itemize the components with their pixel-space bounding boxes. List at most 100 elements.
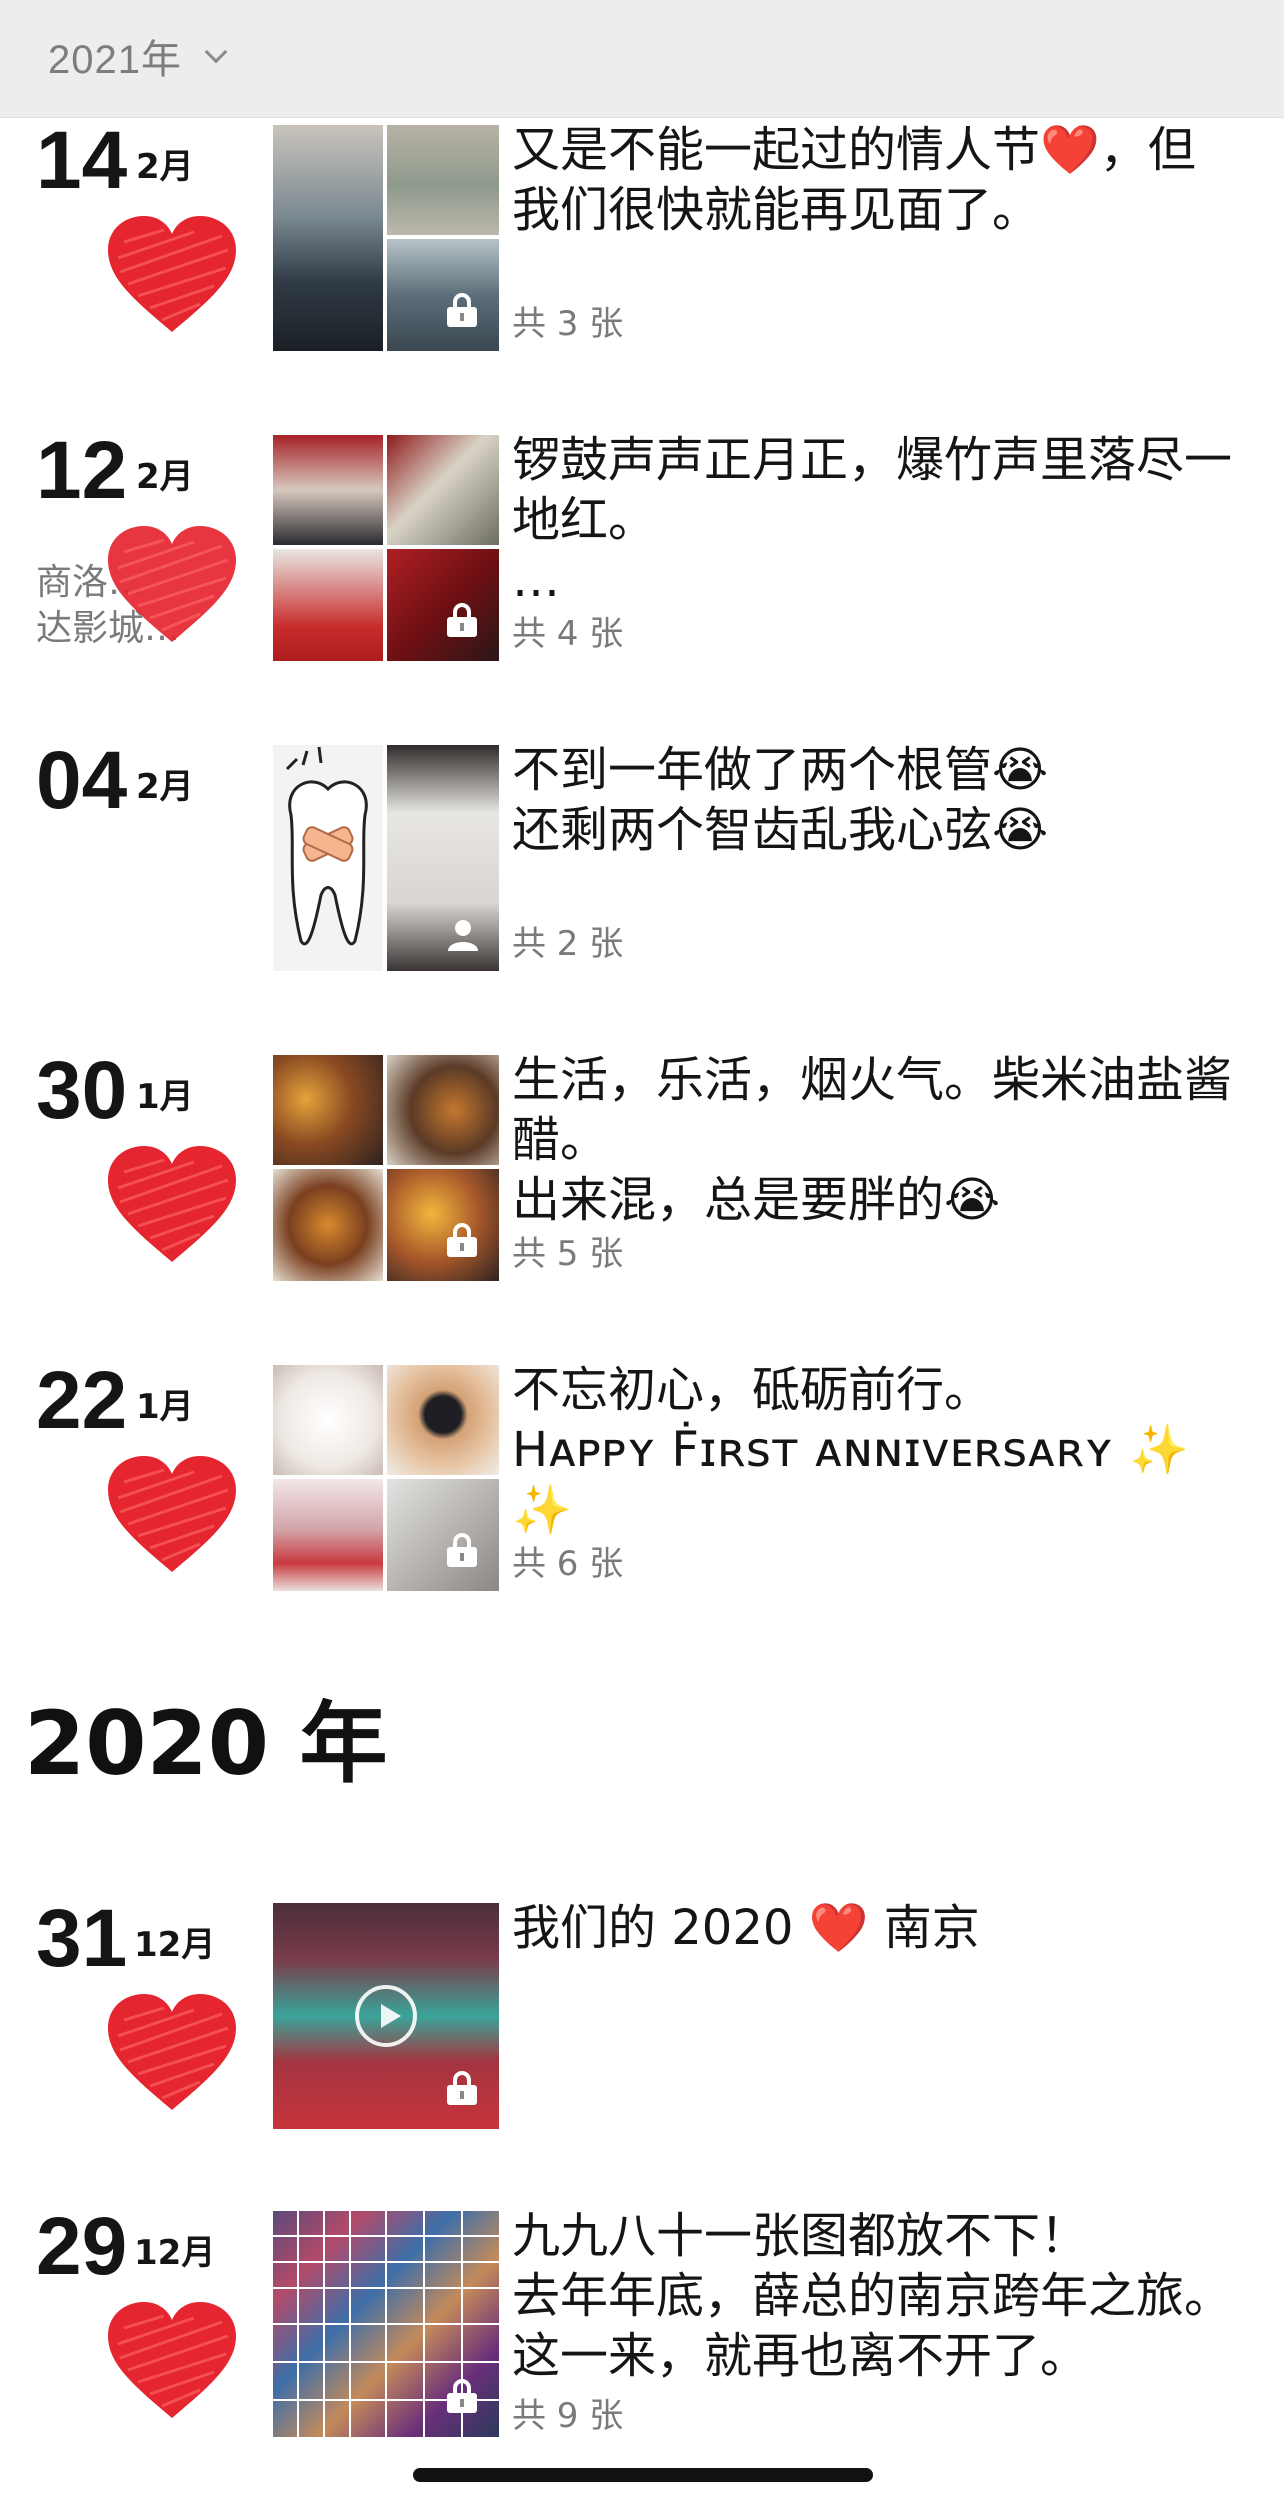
lock-icon (445, 293, 479, 327)
photo-grid[interactable] (273, 1055, 499, 1281)
entry-text-line: 醋。 (512, 1112, 609, 1168)
photo-count: 共 4 张 (512, 614, 624, 654)
entry-date: 14 2月 (36, 120, 266, 210)
entry-text: 九九八十一张图都放不下！ 去年年底，薛总的南京跨年之旅。 这一来，就再也离不开了… (512, 2206, 1262, 2386)
moment-entry[interactable]: 31 12月 我们的 2020 ❤️ 南京 (0, 1898, 1284, 2138)
photo-thumbnail[interactable] (273, 1365, 383, 1475)
photo-thumbnail[interactable] (387, 239, 499, 351)
photo-thumbnail[interactable] (273, 549, 383, 661)
photo-thumbnail[interactable] (387, 745, 499, 971)
moment-entry[interactable]: 30 1月 生活，乐活，烟火气。柴米油盐酱 醋。 出来混，总是要胖的😭 共 5 … (0, 1050, 1284, 1290)
moment-entry[interactable]: 14 2月 又是不能一起过的情人节❤️，但 我们很快就能再见面了。 共 3 张 (0, 120, 1284, 360)
entry-day: 29 (36, 2201, 128, 2292)
lock-icon (445, 1223, 479, 1257)
photo-thumbnail[interactable] (387, 435, 499, 545)
entry-month: 12月 (134, 2233, 216, 2273)
heart-icon (108, 1994, 236, 2110)
entry-month: 1月 (136, 1387, 194, 1427)
photo-count: 共 6 张 (512, 1544, 624, 1584)
photo-thumbnail[interactable] (273, 1055, 383, 1165)
lock-icon (445, 2071, 479, 2105)
photo-count: 共 3 张 (512, 304, 624, 344)
entry-text-line: … (512, 552, 560, 608)
photo-thumbnail[interactable] (387, 1479, 499, 1591)
moment-entry[interactable]: 29 12月 九九八十一张图都放不下！ 去年年底，薛总的南京跨年之旅。 这一来，… (0, 2206, 1284, 2446)
photo-grid[interactable] (273, 745, 499, 971)
entry-text-line: 不忘初心，砥砺前行。 (512, 1362, 993, 1418)
entry-date: 12 2月 (36, 430, 266, 520)
entry-text-line: 锣鼓声声正月正，爆竹声里落尽一 (512, 432, 1233, 488)
entry-month: 2月 (136, 457, 194, 497)
entry-day: 12 (36, 425, 128, 516)
video-thumbnail[interactable] (273, 1903, 499, 2129)
photo-grid[interactable] (273, 2211, 499, 2437)
photo-thumbnail[interactable] (387, 1055, 499, 1165)
entry-text-line: 不到一年做了两个根管😭 (512, 742, 1049, 798)
entry-month: 12月 (134, 1925, 216, 1965)
play-icon[interactable] (355, 1985, 417, 2047)
person-icon (448, 920, 478, 951)
entry-date: 31 12月 (36, 1898, 266, 1988)
moment-entry[interactable]: 04 2月 不到一年做了两个根管😭 还剩两个智齿乱我心弦😭 共 2 张 (0, 740, 1284, 980)
heart-icon (108, 526, 236, 642)
entry-text-line: 出来混，总是要胖的😭 (512, 1172, 1001, 1228)
heart-icon (108, 216, 236, 332)
lock-icon (445, 603, 479, 637)
lock-icon (445, 1533, 479, 1567)
chevron-down-icon (204, 40, 228, 64)
entry-text-line: 九九八十一张图都放不下！ (512, 2208, 1089, 2264)
entry-text: 不忘初心，砥砺前行。 Hᴀᴘᴘʏ Ḟɪʀsᴛ ᴀɴɴɪᴠᴇʀsᴀʀʏ ✨ ✨ (512, 1360, 1262, 1540)
photo-thumbnail[interactable] (273, 125, 383, 351)
entry-text-line: 我们的 2020 ❤️ 南京 (512, 1900, 980, 1956)
top-bar: 2021年 (0, 0, 1284, 118)
photo-count: 共 5 张 (512, 1234, 624, 1274)
entry-date: 22 1月 (36, 1360, 266, 1450)
entry-date: 04 2月 (36, 740, 266, 830)
photo-thumbnail[interactable] (387, 1365, 499, 1475)
entry-text: 又是不能一起过的情人节❤️，但 我们很快就能再见面了。 (512, 120, 1262, 240)
entry-month: 2月 (136, 767, 194, 807)
entry-text: 生活，乐活，烟火气。柴米油盐酱 醋。 出来混，总是要胖的😭 (512, 1050, 1262, 1230)
photo-count: 共 2 张 (512, 924, 624, 964)
entry-text-line: 又是不能一起过的情人节❤️，但 (512, 122, 1196, 178)
entry-text-line: 我们很快就能再见面了。 (512, 182, 1041, 238)
moment-entry[interactable]: 12 2月 商洛… 达影城… 锣鼓声声正月正，爆竹声里落尽一 地红。 … 共 4… (0, 430, 1284, 670)
photo-grid[interactable] (273, 1365, 499, 1591)
entry-month: 1月 (136, 1077, 194, 1117)
entry-day: 22 (36, 1355, 128, 1446)
moment-entry[interactable]: 22 1月 不忘初心，砥砺前行。 Hᴀᴘᴘʏ Ḟɪʀsᴛ ᴀɴɴɪᴠᴇʀsᴀʀʏ… (0, 1360, 1284, 1600)
heart-icon (108, 2302, 236, 2418)
photo-thumbnail[interactable] (273, 1169, 383, 1281)
entry-text-line: 地红。 (512, 492, 657, 548)
entry-text: 我们的 2020 ❤️ 南京 (512, 1898, 1262, 1958)
photo-grid[interactable] (273, 125, 499, 351)
photo-thumbnail[interactable] (273, 1479, 383, 1591)
entry-day: 30 (36, 1045, 128, 1136)
entry-date: 30 1月 (36, 1050, 266, 1140)
lock-icon (445, 2379, 479, 2413)
photo-thumbnail[interactable] (387, 1169, 499, 1281)
entry-date: 29 12月 (36, 2206, 266, 2296)
year-section-header: 2020 年 (24, 1692, 388, 1795)
photo-thumbnail[interactable] (387, 549, 499, 661)
home-indicator[interactable] (413, 2468, 873, 2482)
year-selector[interactable]: 2021年 (48, 28, 228, 84)
entry-text: 不到一年做了两个根管😭 还剩两个智齿乱我心弦😭 (512, 740, 1262, 860)
heart-icon (108, 1146, 236, 1262)
entry-day: 04 (36, 735, 128, 826)
entry-text: 锣鼓声声正月正，爆竹声里落尽一 地红。 … (512, 430, 1262, 610)
entry-day: 31 (36, 1893, 128, 1984)
entry-month: 2月 (136, 147, 194, 187)
photo-thumbnail[interactable] (273, 435, 383, 545)
photo-count: 共 9 张 (512, 2396, 624, 2436)
tooth-sketch-image (285, 746, 368, 946)
photo-thumbnail[interactable] (273, 745, 383, 971)
entry-text-line: Hᴀᴘᴘʏ Ḟɪʀsᴛ ᴀɴɴɪᴠᴇʀsᴀʀʏ ✨ ✨ (512, 1422, 1189, 1538)
entry-text-line: 去年年底，薛总的南京跨年之旅。 (512, 2268, 1233, 2324)
photo-thumbnail[interactable] (387, 125, 499, 235)
entry-text-line: 这一来，就再也离不开了。 (512, 2328, 1089, 2384)
photo-grid[interactable] (273, 435, 499, 661)
entry-day: 14 (36, 115, 128, 206)
entry-text-line: 生活，乐活，烟火气。柴米油盐酱 (512, 1052, 1233, 1108)
heart-icon (108, 1456, 236, 1572)
